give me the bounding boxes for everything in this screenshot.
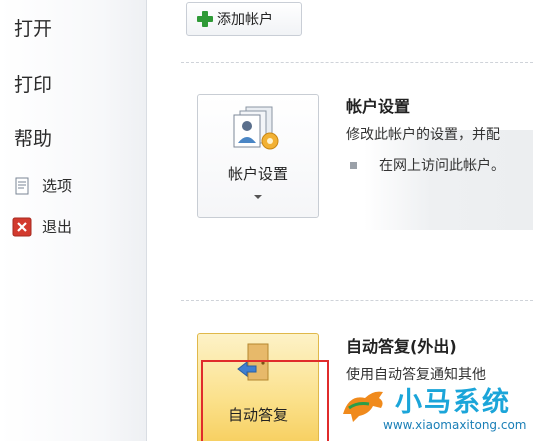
account-settings-button[interactable]: 帐户设置 xyxy=(197,94,319,218)
nav-open[interactable]: 打开 xyxy=(14,14,52,41)
nav-exit-label: 退出 xyxy=(42,218,73,236)
nav-options-label: 选项 xyxy=(42,177,73,195)
nav-print[interactable]: 打印 xyxy=(14,70,52,97)
account-settings-description: 修改此帐户的设置，并配 xyxy=(346,127,500,143)
nav-help[interactable]: 帮助 xyxy=(14,124,52,151)
outlook-backstage: 打开 打印 帮助 选项 退出 添加帐户 帐户设置 帐户设置 修改此帐户的设置，并… xyxy=(0,0,533,441)
chevron-down-icon xyxy=(254,195,262,199)
nav-exit[interactable]: 退出 xyxy=(12,216,72,237)
options-icon xyxy=(12,176,32,196)
bullet-icon xyxy=(350,161,357,169)
add-account-button[interactable]: 添加帐户 xyxy=(186,2,302,36)
panel-shadow xyxy=(364,130,533,230)
account-settings-title: 帐户设置 xyxy=(346,97,411,116)
account-settings-button-label: 帐户设置 xyxy=(227,165,288,183)
divider xyxy=(181,300,533,301)
backstage-nav: 打开 打印 帮助 选项 退出 xyxy=(0,0,147,441)
access-account-web-link: 在网上访问此帐户。 xyxy=(379,158,505,174)
auto-reply-title: 自动答复(外出) xyxy=(346,337,457,356)
watermark-brand: 小马系统 xyxy=(395,387,511,418)
add-account-label: 添加帐户 xyxy=(217,12,273,28)
nav-options[interactable]: 选项 xyxy=(12,175,72,196)
highlight-frame xyxy=(201,360,329,441)
account-settings-bullet[interactable]: 在网上访问此帐户。 xyxy=(350,155,505,175)
close-icon xyxy=(12,217,32,237)
watermark-url: www.xiaomaxitong.com xyxy=(383,418,527,432)
watermark: 小马系统 www.xiaomaxitong.com xyxy=(335,380,533,441)
plus-icon xyxy=(197,11,213,27)
account-settings-icon xyxy=(232,105,284,157)
divider xyxy=(181,62,533,63)
